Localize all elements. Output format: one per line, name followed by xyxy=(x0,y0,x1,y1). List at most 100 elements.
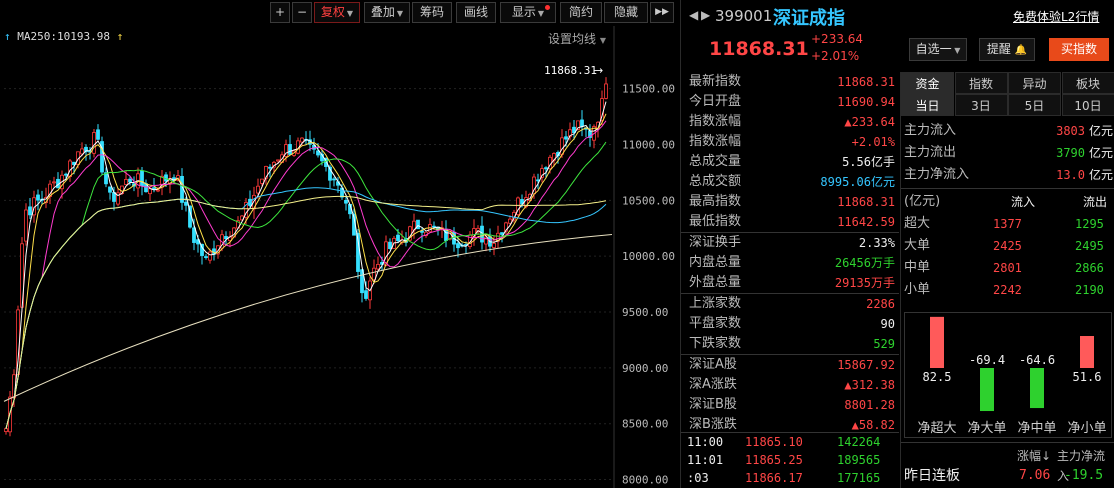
net-flow-value-label: 51.6 xyxy=(1073,370,1102,384)
change-sort-header[interactable]: 涨幅↓ xyxy=(1017,446,1051,466)
kline-chart-canvas[interactable]: 11500.00 11000.00 10500.00 10000.00 9500.00 9… xyxy=(0,0,676,488)
stat-number: +2.01% xyxy=(851,135,895,149)
net-flow-bar-svg: 82.5 净超大 -69.4 净大单 -64.6 净中单 51.6 净小单 xyxy=(917,316,1107,436)
stat-row: 指数涨幅 +2.01% xyxy=(681,132,899,152)
stat-value: 5.56亿手 xyxy=(842,152,895,172)
alert-button[interactable]: 提醒 🔔 xyxy=(979,38,1035,61)
stat-label: 最低指数 xyxy=(689,214,742,229)
tab-tabs-top-0[interactable]: 资金 xyxy=(901,72,954,94)
stat-number: 8995.06 xyxy=(820,175,871,189)
tick-row[interactable]: 11:01 11865.25 189565 xyxy=(681,451,899,469)
flow-row-out: 2495 xyxy=(1075,239,1104,253)
main-flow-unit: 亿元 xyxy=(1088,124,1113,138)
stat-label: 深证B股 xyxy=(689,397,737,412)
zoom-out-button[interactable]: − xyxy=(292,2,312,23)
draw-line-button[interactable]: 画线 xyxy=(456,2,496,23)
candle-body xyxy=(376,264,380,270)
chips-button[interactable]: 筹码 xyxy=(412,2,452,23)
net-flow-value-label: 82.5 xyxy=(923,370,952,384)
main-flow-label: 主力流出 xyxy=(904,145,957,160)
candle-body xyxy=(332,178,336,181)
zoom-in-button[interactable]: + xyxy=(270,2,290,23)
display-dropdown[interactable]: 显示 ▼ xyxy=(500,2,556,23)
ma-settings-dropdown[interactable]: 设置均线 ▼ xyxy=(548,30,606,47)
stock-name: 深证成指 xyxy=(773,8,845,29)
stat-value: 26456万手 xyxy=(835,253,895,273)
hide-button[interactable]: 隐藏 xyxy=(604,2,648,23)
y-tick-label: 10500.00 xyxy=(622,194,675,207)
tick-list[interactable]: 11:00 11865.10 142264 11:01 11865.25 189565:0… xyxy=(681,432,899,487)
candle-body xyxy=(256,185,260,194)
stat-unit: 万手 xyxy=(870,276,895,290)
y-tick-label: 9500.00 xyxy=(622,306,668,319)
ma250-value: MA250:10193.98 xyxy=(17,30,110,43)
stat-value: 2.33% xyxy=(859,233,895,253)
candle-body xyxy=(64,173,68,176)
net-flow-bar xyxy=(1080,336,1094,368)
stat-row: 深证A股 15867.92 xyxy=(681,355,899,375)
alert-label: 提醒 xyxy=(986,42,1011,56)
candle-body xyxy=(92,132,96,154)
fuquan-label: 复权 xyxy=(320,5,345,19)
chevron-down-icon: ▼ xyxy=(346,9,354,18)
flow-row-in: 1377 xyxy=(993,217,1022,231)
stat-label: 最高指数 xyxy=(689,194,742,209)
tick-row[interactable]: 11:00 11865.10 142264 xyxy=(681,433,899,451)
sector-header-row: 涨幅↓ 主力净流入 xyxy=(901,446,1114,483)
stat-value: ▲233.64 xyxy=(844,112,895,132)
tab-tabs-bottom-3[interactable]: 10日 xyxy=(1061,94,1114,116)
candle-body xyxy=(184,201,188,206)
tick-row[interactable]: :03 11866.17 177165 xyxy=(681,469,899,487)
expand-icon[interactable]: ▶▶ xyxy=(650,2,674,23)
candle-body xyxy=(544,167,548,170)
prev-stock-icon[interactable]: ◀ xyxy=(689,8,698,22)
candle-body xyxy=(564,136,568,140)
tab-tabs-bottom-1[interactable]: 3日 xyxy=(954,94,1008,116)
free-l2-link[interactable]: 免费体验L2行情 xyxy=(1013,8,1099,25)
chevron-down-icon: ▼ xyxy=(537,9,545,18)
next-stock-icon[interactable]: ▶ xyxy=(701,8,710,22)
chevron-down-icon: ▼ xyxy=(599,36,606,45)
stat-value: +2.01% xyxy=(852,132,895,152)
tab-tabs-top-2[interactable]: 异动 xyxy=(1008,72,1061,94)
stat-number: 2.33% xyxy=(858,236,895,250)
tab-tabs-top-3[interactable]: 板块 xyxy=(1061,72,1114,94)
candle-body xyxy=(432,225,436,228)
fuquan-dropdown[interactable]: 复权 ▼ xyxy=(314,2,360,23)
candle-body xyxy=(24,209,28,242)
stat-value: ▲312.38 xyxy=(844,375,895,395)
stats-list: 最新指数 11868.31 今日开盘 11690.94 指数涨幅 ▲233.64 指数涨幅 +… xyxy=(681,72,899,435)
chevron-down-icon: ▼ xyxy=(396,9,404,18)
net-flow-value-label: -69.4 xyxy=(969,353,1005,367)
stat-number: 26456 xyxy=(834,256,871,270)
fund-flow-panel: 资金 指数 异动 板块 当日 3日 5日 10日 主力流入 3803 亿元 主力流出 3790 亿元主… xyxy=(900,72,1114,488)
stat-number: 90 xyxy=(880,317,895,331)
arrow-up-icon: ↑ xyxy=(116,30,124,43)
tab-tabs-bottom-2[interactable]: 5日 xyxy=(1008,94,1061,116)
tab-tabs-top-1[interactable]: 指数 xyxy=(954,72,1008,94)
tab-tabs-bottom-0[interactable]: 当日 xyxy=(901,94,954,116)
buy-index-button[interactable]: 买指数 xyxy=(1049,38,1109,61)
tick-time: 11:00 xyxy=(687,435,724,449)
watchlist-dropdown[interactable]: 自选一 ▼ xyxy=(909,38,967,61)
quote-panel: ◀ ▶ 399001 深证成指 免费体验L2行情 11868.31 +233.6… xyxy=(680,0,1114,488)
candle-body xyxy=(344,200,348,204)
sector-row[interactable]: 昨日连板 7.06 -19.5亿 xyxy=(901,466,1114,486)
overlay-dropdown[interactable]: 叠加 ▼ xyxy=(364,2,410,23)
stat-label: 今日开盘 xyxy=(689,94,742,109)
stat-number: 29135 xyxy=(834,276,871,290)
stat-label: 深证A股 xyxy=(689,357,737,372)
simple-mode-button[interactable]: 简约 xyxy=(560,2,602,23)
ma-line xyxy=(5,113,607,429)
stat-row: 深证换手 2.33% xyxy=(681,233,899,253)
main-flow-value: 3790 xyxy=(1056,146,1085,160)
flow-table-row: 大单 2425 2495 xyxy=(901,235,1114,257)
stat-value: 11642.59 xyxy=(837,212,895,232)
candle-body xyxy=(276,159,280,162)
flow-row-label: 中单 xyxy=(904,260,931,275)
main-flow-label: 主力净流入 xyxy=(904,167,970,182)
y-tick-label: 11500.00 xyxy=(622,83,675,96)
kline-chart-panel[interactable]: 11500.00 11000.00 10500.00 10000.00 9500.00 9… xyxy=(0,0,676,488)
stat-number: 11868.31 xyxy=(837,195,895,209)
stat-value: 11690.94 xyxy=(837,92,895,112)
